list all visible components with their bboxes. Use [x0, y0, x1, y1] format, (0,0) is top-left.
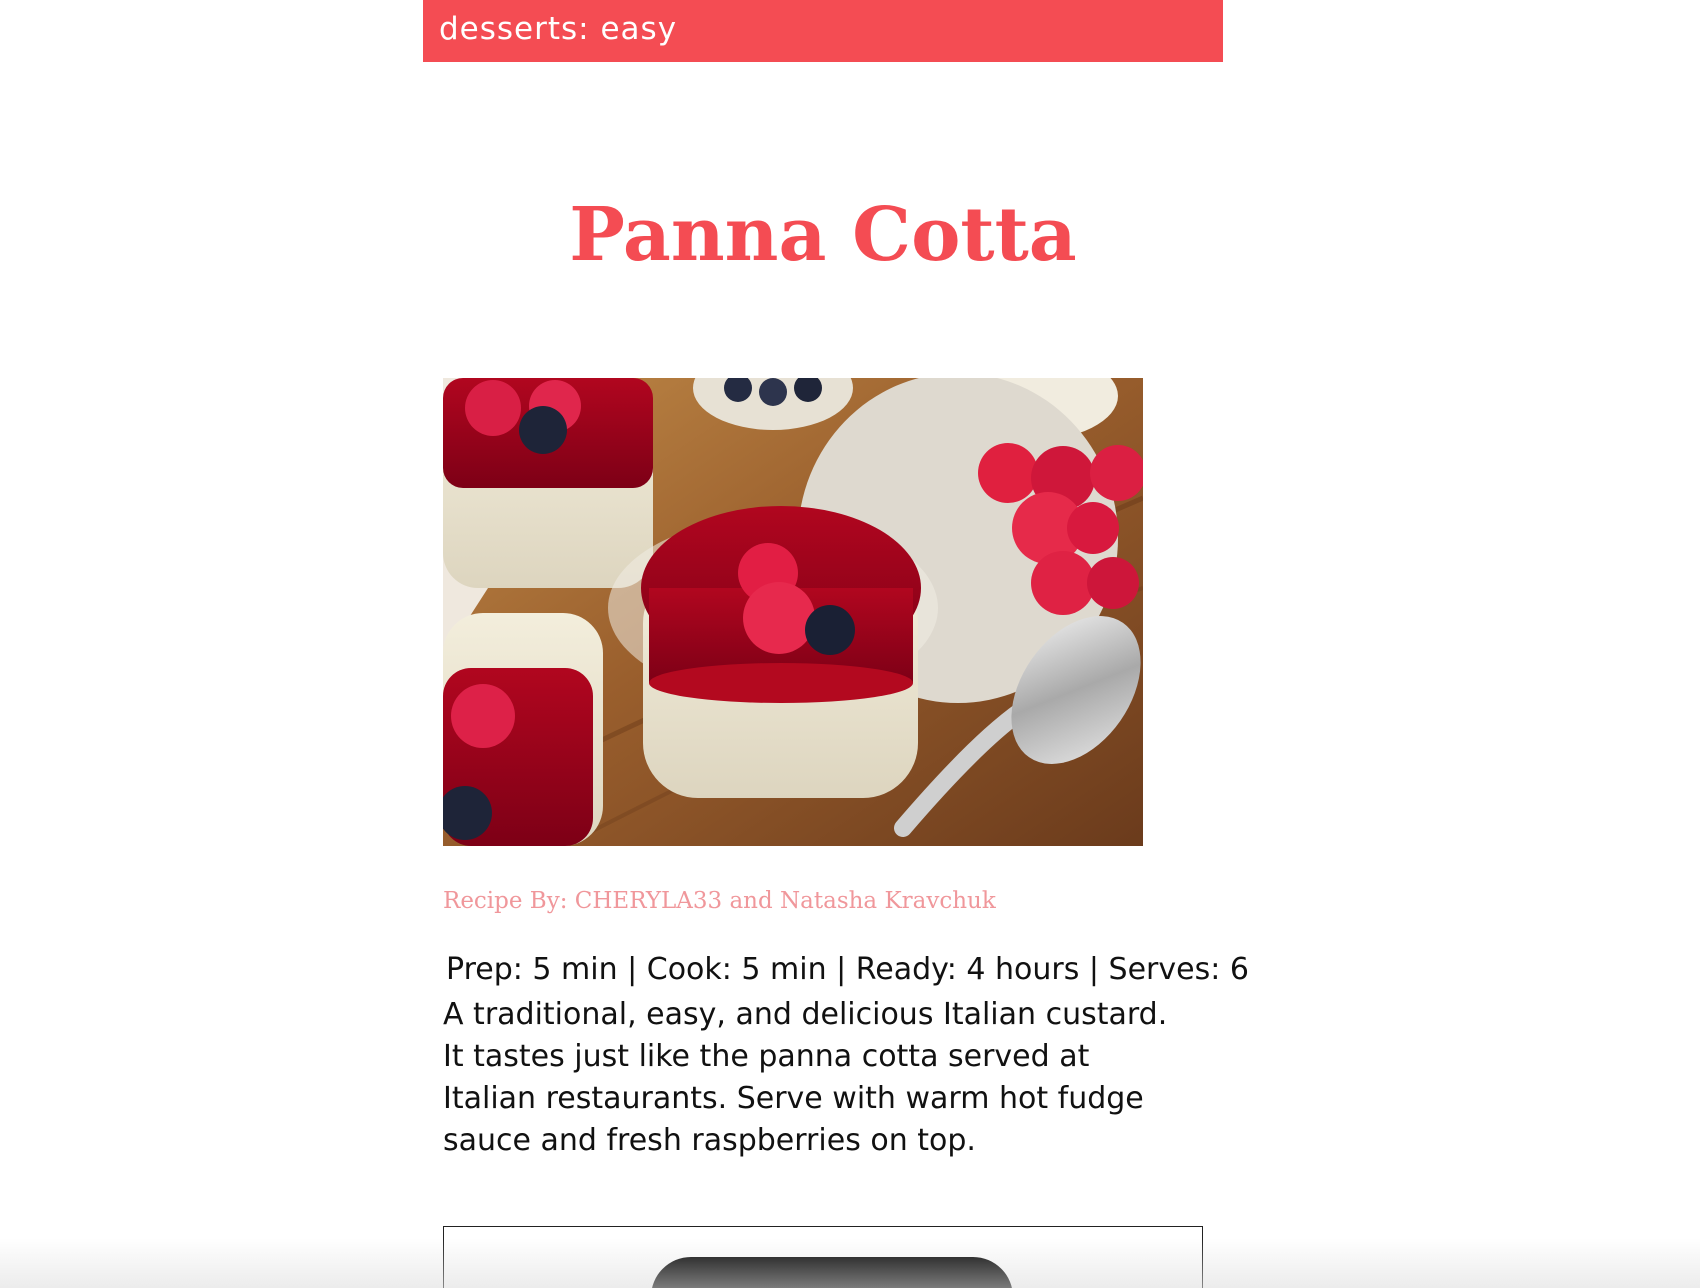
- ingredients-button[interactable]: Ingredients: [651, 1257, 1013, 1288]
- recipe-times-and-servings: Prep: 5 min | Cook: 5 min | Ready: 4 hou…: [446, 952, 1249, 987]
- category-banner: desserts: easy: [423, 0, 1223, 62]
- recipe-photo: [443, 378, 1143, 846]
- category-label: desserts: easy: [439, 10, 678, 47]
- recipe-description: A traditional, easy, and delicious Itali…: [443, 997, 1168, 1158]
- page-title: Panna Cotta: [569, 192, 1077, 278]
- recipe-author: Recipe By: CHERYLA33 and Natasha Kravchu…: [443, 888, 996, 914]
